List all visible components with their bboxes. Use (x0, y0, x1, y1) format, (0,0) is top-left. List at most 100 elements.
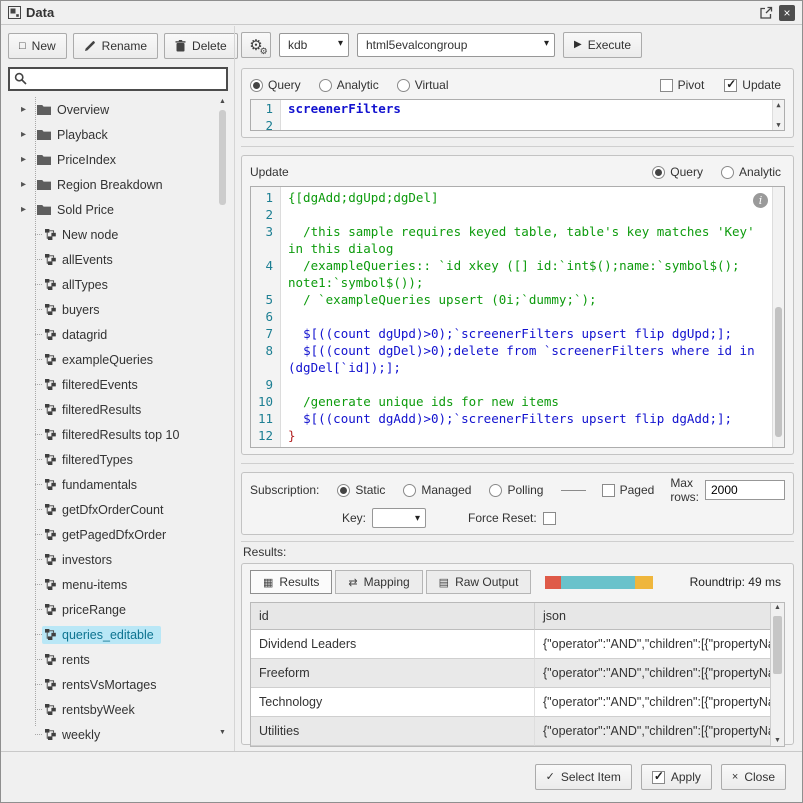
pivot-checkbox[interactable]: Pivot (660, 78, 705, 92)
scroll-down-icon[interactable]: ▼ (771, 736, 784, 746)
tree-item-getdfxordercount[interactable]: getDfxOrderCount (8, 497, 228, 522)
tree-item-pricerange[interactable]: priceRange (8, 597, 228, 622)
node-icon (45, 704, 56, 715)
update-checkbox[interactable]: Update (724, 78, 781, 92)
query-type-radio-query[interactable]: Query (250, 78, 301, 92)
tree-item-label: buyers (62, 303, 100, 317)
tree-item-filteredevents[interactable]: filteredEvents (8, 372, 228, 397)
tree-item-rentsvsmortages[interactable]: rentsVsMortages (8, 672, 228, 697)
apply-button[interactable]: Apply (641, 764, 712, 790)
tree-item-weekly[interactable]: weekly (8, 722, 228, 742)
tree-item-filteredresults-top-10[interactable]: filteredResults top 10 (8, 422, 228, 447)
execute-button[interactable]: ▶ Execute (563, 32, 642, 58)
column-header-json[interactable]: json (535, 603, 771, 630)
close-button[interactable]: × Close (721, 764, 786, 790)
table-scrollbar[interactable]: ▲ ▼ (770, 603, 784, 746)
table-row[interactable]: Utilities{"operator":"AND","children":[{… (251, 717, 771, 746)
tree-item-overview[interactable]: ▸Overview (8, 97, 228, 122)
play-icon: ▶ (574, 40, 582, 50)
tree-item-priceindex[interactable]: ▸PriceIndex (8, 147, 228, 172)
scroll-up-icon[interactable]: ▲ (771, 603, 784, 613)
scroll-down-icon[interactable]: ▼ (773, 120, 784, 130)
scroll-up-icon[interactable]: ▲ (773, 100, 784, 110)
node-icon (45, 504, 56, 515)
tree-item-alltypes[interactable]: allTypes (8, 272, 228, 297)
tree-item-menu-items[interactable]: menu-items (8, 572, 228, 597)
tree-item-filteredtypes[interactable]: filteredTypes (8, 447, 228, 472)
tree-item-filteredresults[interactable]: filteredResults (8, 397, 228, 422)
chevron-right-icon[interactable]: ▸ (21, 129, 34, 140)
chevron-right-icon[interactable]: ▸ (21, 204, 34, 215)
tree-item-label: priceRange (62, 603, 126, 617)
scrollbar-thumb[interactable] (773, 616, 782, 674)
tree-item-rents[interactable]: rents (8, 647, 228, 672)
node-icon (45, 304, 56, 315)
force-reset-checkbox[interactable] (543, 512, 556, 525)
table-row[interactable]: Technology{"operator":"AND","children":[… (251, 688, 771, 717)
scrollbar-thumb[interactable] (775, 307, 782, 437)
close-icon[interactable]: × (779, 5, 795, 21)
subscription-radio-polling[interactable]: Polling (489, 483, 543, 497)
select-item-label: Select Item (561, 770, 621, 784)
tree-item-getpageddfxorder[interactable]: getPagedDfxOrder (8, 522, 228, 547)
delete-button[interactable]: Delete (164, 33, 238, 59)
close-x-icon: × (732, 772, 738, 783)
update-editor[interactable]: 1{[dgAdd;dgUpd;dgDel]23 /this sample req… (250, 186, 785, 448)
key-label: Key: (342, 511, 366, 525)
max-rows-label: Max rows: (670, 476, 699, 504)
line-number: 2 (251, 117, 280, 131)
update-editor-scrollbar[interactable] (772, 187, 784, 447)
tab-raw-output[interactable]: ▤Raw Output (426, 570, 532, 594)
select-item-button[interactable]: ✓ Select Item (535, 764, 632, 790)
tree-item-examplequeries[interactable]: exampleQueries (8, 347, 228, 372)
popout-icon[interactable] (759, 6, 773, 20)
paged-checkbox[interactable]: Paged (602, 483, 655, 497)
group-select[interactable]: html5evalcongroup ▾ (357, 33, 555, 57)
table-row[interactable]: Freeform{"operator":"AND","children":[{"… (251, 659, 771, 688)
folder-icon (37, 179, 51, 190)
query-editor[interactable]: 1screenerFilters2 ▲ ▼ (250, 99, 785, 131)
update-type-radio-analytic[interactable]: Analytic (721, 165, 781, 179)
chevron-right-icon[interactable]: ▸ (21, 154, 34, 165)
tree-item-datagrid[interactable]: datagrid (8, 322, 228, 347)
max-rows-input[interactable] (705, 480, 785, 500)
update-type-radio-query[interactable]: Query (652, 165, 703, 179)
results-icon: ▦ (263, 576, 273, 589)
settings-button[interactable]: ⚙ (241, 32, 271, 58)
tree-item-playback[interactable]: ▸Playback (8, 122, 228, 147)
tree-item-sold-price[interactable]: ▸Sold Price (8, 197, 228, 222)
tree-item-investors[interactable]: investors (8, 547, 228, 572)
query-type-radio-analytic[interactable]: Analytic (319, 78, 379, 92)
tab-results[interactable]: ▦Results (250, 570, 332, 594)
connection-select[interactable]: kdb ▾ (279, 33, 349, 57)
line-number: 9 (251, 376, 280, 393)
query-type-radio-virtual[interactable]: Virtual (397, 78, 449, 92)
chevron-right-icon[interactable]: ▸ (21, 179, 34, 190)
search-input[interactable] (8, 67, 228, 91)
chevron-right-icon[interactable]: ▸ (21, 104, 34, 115)
new-button[interactable]: □ New (8, 33, 67, 59)
tab-mapping[interactable]: ⇄Mapping (335, 570, 422, 594)
subscription-radios: Static Managed Polling (337, 483, 561, 497)
code-text: $[((count dgAdd)>0);`screenerFilters ups… (280, 410, 784, 427)
key-select[interactable]: ▾ (372, 508, 426, 528)
tree-item-rentsbyweek[interactable]: rentsbyWeek (8, 697, 228, 722)
tree-item-label: investors (62, 553, 112, 567)
subscription-radio-managed[interactable]: Managed (403, 483, 471, 497)
tree-item-queries-editable[interactable]: queries_editable (8, 622, 228, 647)
tree-item-new-node[interactable]: New node (8, 222, 228, 247)
code-line: 12} (251, 427, 784, 444)
info-icon[interactable]: i (753, 193, 768, 208)
query-editor-scrollbar[interactable]: ▲ ▼ (772, 100, 784, 130)
tree-item-fundamentals[interactable]: fundamentals (8, 472, 228, 497)
rename-button[interactable]: Rename (73, 33, 158, 59)
table-row[interactable]: Dividend Leaders{"operator":"AND","child… (251, 630, 771, 659)
subscription-radio-static[interactable]: Static (337, 483, 385, 497)
tree-item-region-breakdown[interactable]: ▸Region Breakdown (8, 172, 228, 197)
table-cell-id: Technology (251, 688, 535, 717)
code-line: 2 (251, 206, 784, 223)
column-header-id[interactable]: id (251, 603, 535, 630)
tree-item-buyers[interactable]: buyers (8, 297, 228, 322)
tree-item-allevents[interactable]: allEvents (8, 247, 228, 272)
node-icon (45, 254, 56, 265)
